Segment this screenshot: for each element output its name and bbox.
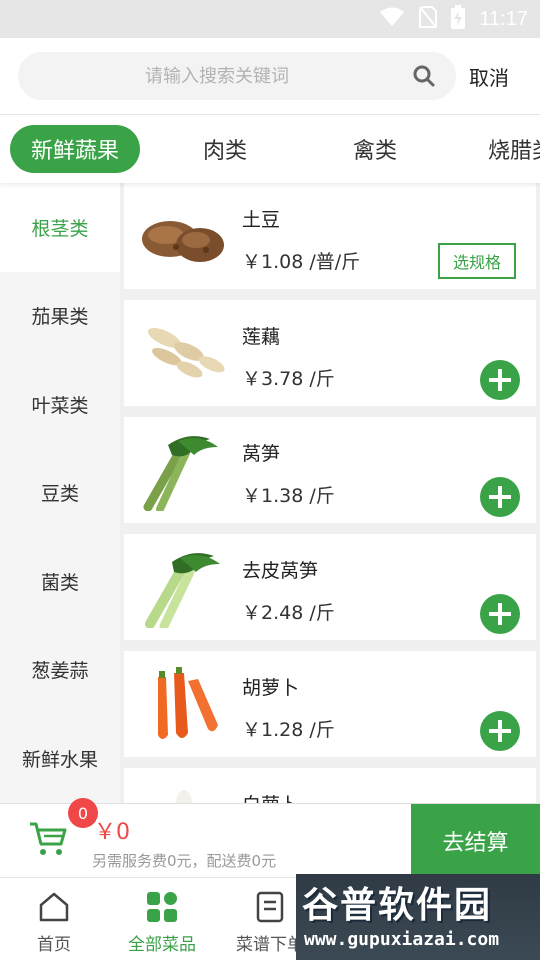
- cart-bar: 0 ￥0 另需服务费0元，配送费0元 去结算: [0, 798, 540, 878]
- add-to-cart-button[interactable]: [480, 711, 520, 751]
- status-bar: 11:17: [0, 0, 540, 38]
- sidebar-item-leafy-greens[interactable]: 叶菜类: [0, 360, 120, 449]
- nav-label: 全部菜品: [128, 935, 196, 955]
- search-header: 取消: [0, 38, 540, 115]
- watermark-logo: 谷普软件园 www.gupuxiazai.com: [296, 874, 540, 960]
- recipe-icon: [253, 890, 287, 924]
- lotus-root-image: [138, 312, 232, 394]
- product-card[interactable]: 莴笋 ￥1.38 /斤: [124, 417, 536, 523]
- add-to-cart-button[interactable]: [480, 477, 520, 517]
- shopping-cart-icon[interactable]: [28, 818, 68, 862]
- nav-all-dishes[interactable]: 全部菜品: [108, 878, 216, 960]
- no-sim-icon: [419, 6, 438, 32]
- product-price: ￥2.48 /斤: [242, 602, 335, 624]
- product-price: ￥1.08 /普/斤: [242, 251, 361, 273]
- sidebar-item-mushrooms[interactable]: 菌类: [0, 537, 120, 626]
- product-name: 白萝卜: [242, 790, 299, 803]
- nav-label: 首页: [37, 935, 71, 955]
- product-name: 土豆: [242, 209, 281, 231]
- nav-home[interactable]: 首页: [0, 878, 108, 960]
- search-input[interactable]: [18, 52, 456, 100]
- status-time: 11:17: [479, 7, 528, 30]
- category-tabs: 新鲜蔬果 肉类 禽类 烧腊类: [0, 115, 540, 183]
- product-card[interactable]: 莲藕 ￥3.78 /斤: [124, 300, 536, 406]
- product-name: 胡萝卜: [242, 677, 300, 699]
- tab-roast-meat[interactable]: 烧腊类: [488, 125, 540, 173]
- search-box[interactable]: [18, 52, 456, 100]
- wifi-icon: [379, 7, 405, 31]
- tab-fresh-produce[interactable]: 新鲜蔬果: [10, 125, 140, 173]
- watermark-url: www.gupuxiazai.com: [304, 929, 500, 950]
- product-price: ￥3.78 /斤: [242, 368, 335, 390]
- tab-poultry[interactable]: 禽类: [318, 125, 432, 173]
- cart-total-amount: ￥0: [94, 820, 130, 845]
- tab-meat[interactable]: 肉类: [168, 125, 282, 173]
- product-name: 去皮莴笋: [242, 560, 319, 582]
- product-card[interactable]: 白萝卜: [124, 768, 536, 803]
- grid-icon: [145, 890, 179, 924]
- product-card[interactable]: 去皮莴笋 ￥2.48 /斤: [124, 534, 536, 640]
- watermark-title: 谷普软件园: [302, 885, 493, 926]
- product-list: 土豆 ￥1.08 /普/斤 选规格 莲藕 ￥3.78 /斤 莴笋 ￥1.38 /…: [120, 183, 540, 803]
- product-price: ￥1.28 /斤: [242, 719, 335, 741]
- carrot-image: [138, 663, 232, 745]
- add-to-cart-button[interactable]: [480, 594, 520, 634]
- product-name: 莴笋: [242, 443, 281, 465]
- cart-fees-note: 另需服务费0元，配送费0元: [92, 852, 277, 870]
- product-card[interactable]: 胡萝卜 ￥1.28 /斤: [124, 651, 536, 757]
- battery-charging-icon: [451, 5, 466, 33]
- potato-image: [138, 195, 232, 277]
- sidebar-item-fresh-fruit[interactable]: 新鲜水果: [0, 714, 120, 803]
- add-to-cart-button[interactable]: [480, 360, 520, 400]
- checkout-button[interactable]: 去结算: [411, 804, 540, 878]
- sidebar-item-onion-ginger-garlic[interactable]: 葱姜蒜: [0, 626, 120, 715]
- white-radish-image: [138, 780, 232, 803]
- sidebar-item-fruit-vegetables[interactable]: 茄果类: [0, 272, 120, 361]
- select-spec-button[interactable]: 选规格: [438, 243, 516, 279]
- product-price: ￥1.38 /斤: [242, 485, 335, 507]
- product-card[interactable]: 土豆 ￥1.08 /普/斤 选规格: [124, 183, 536, 289]
- product-name: 莲藕: [242, 326, 281, 348]
- peeled-celtuce-image: [138, 546, 232, 631]
- nav-label: 菜谱下单: [236, 935, 304, 955]
- subcategory-sidebar: 根茎类 茄果类 叶菜类 豆类 菌类 葱姜蒜 新鲜水果: [0, 183, 120, 803]
- search-icon[interactable]: [412, 64, 436, 92]
- sidebar-item-root-vegetables[interactable]: 根茎类: [0, 183, 120, 272]
- cancel-button[interactable]: 取消: [469, 62, 509, 91]
- celtuce-image: [138, 429, 232, 513]
- home-icon: [37, 890, 71, 924]
- sidebar-item-beans[interactable]: 豆类: [0, 449, 120, 538]
